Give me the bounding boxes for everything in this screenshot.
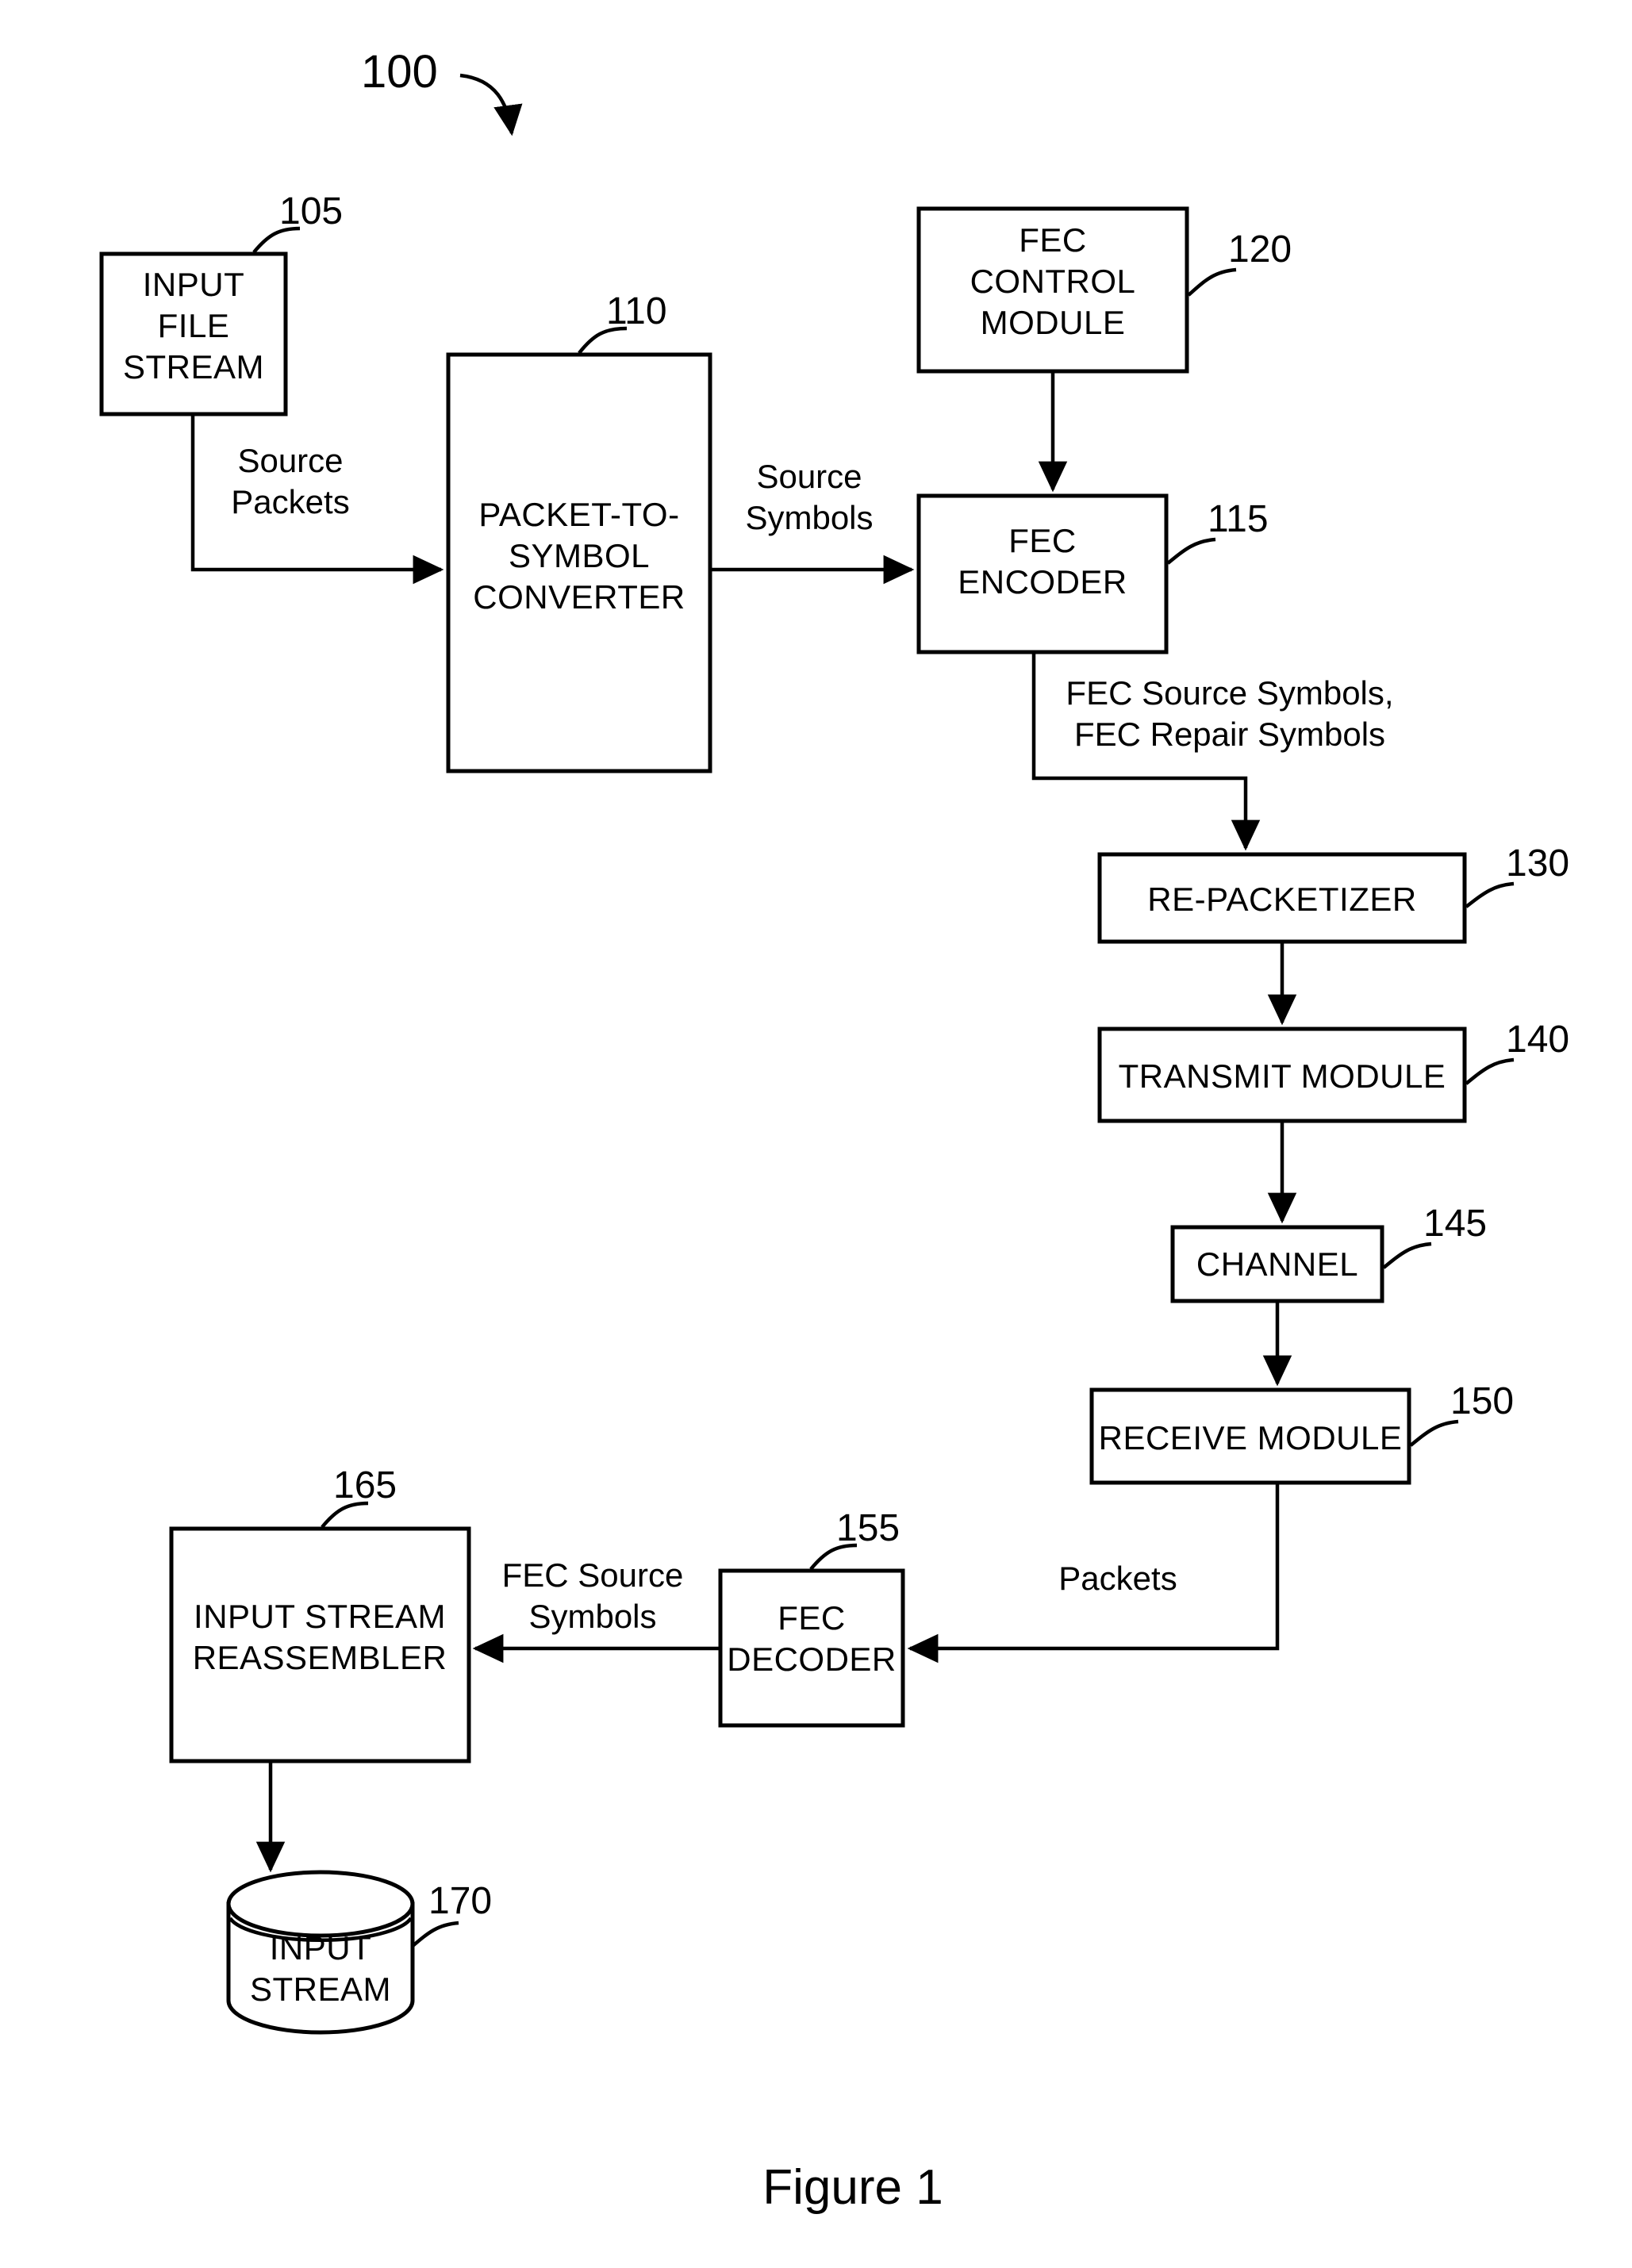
block-reassembler-line-1: INPUT STREAM — [194, 1598, 446, 1635]
ref-leader-150 — [1409, 1419, 1459, 1447]
block-fec-control-line-1: FEC — [1019, 221, 1087, 259]
ref-number-105: 105 — [279, 190, 343, 232]
ref-leader-130 — [1465, 881, 1515, 908]
ref-number-145: 145 — [1423, 1203, 1487, 1245]
ref-number-165: 165 — [333, 1464, 397, 1506]
figure-sheet: 100 INPUT FILE STREAM 105 PACKET-TO- SYM… — [0, 0, 1632, 2268]
ref-leader-165 — [321, 1501, 369, 1529]
ref-number-130: 130 — [1506, 842, 1569, 885]
block-fec-control-line-3: MODULE — [981, 304, 1126, 341]
figure-caption: Figure 1 — [762, 2160, 943, 2215]
block-reassembler-line-2: REASSEMBLER — [193, 1639, 447, 1676]
block-fec-encoder-line-1: FEC — [1008, 522, 1077, 559]
block-receive-module-label: RECEIVE MODULE — [1099, 1419, 1403, 1456]
ref-number-150: 150 — [1450, 1380, 1514, 1422]
edge-source-symbols-line-2: Symbols — [745, 499, 873, 536]
ref-number-115: 115 — [1208, 498, 1269, 540]
block-input-stream-store-line-2: STREAM — [250, 1971, 391, 2008]
edge-source-symbols-line-1: Source — [756, 458, 862, 495]
edge-packets-label: Packets — [1058, 1560, 1177, 1597]
block-fec-encoder-line-2: ENCODER — [958, 563, 1127, 601]
ref-number-110: 110 — [606, 290, 667, 332]
block-fec-decoder-line-2: DECODER — [727, 1641, 897, 1678]
ref-leader-120 — [1187, 267, 1237, 297]
block-input-file-stream-line-3: STREAM — [123, 348, 264, 386]
ref-leader-170 — [410, 1921, 459, 1948]
edge-fec-symbols-line-2: FEC Repair Symbols — [1074, 716, 1385, 753]
ref-number-120: 120 — [1228, 228, 1292, 271]
edge-source-packets-line-1: Source — [237, 442, 343, 479]
block-fec-control-line-2: CONTROL — [970, 263, 1136, 300]
edge-fec-symbols-line-1: FEC Source Symbols, — [1066, 674, 1393, 712]
block-converter-line-3: CONVERTER — [473, 578, 685, 616]
figure-1-diagram: 100 INPUT FILE STREAM 105 PACKET-TO- SYM… — [99, 46, 1569, 2215]
ref-number-140: 140 — [1506, 1019, 1569, 1061]
block-fec-decoder-line-1: FEC — [778, 1599, 846, 1637]
block-converter-line-2: SYMBOL — [509, 537, 650, 574]
block-transmit-module-label: TRANSMIT MODULE — [1119, 1057, 1446, 1095]
edge-fec-source-symbols-line-2: Symbols — [528, 1598, 656, 1635]
block-converter-line-1: PACKET-TO- — [478, 496, 679, 533]
ref-leader-145 — [1382, 1241, 1432, 1269]
edge-source-packets-line-2: Packets — [231, 483, 349, 520]
block-input-file-stream-line-1: INPUT — [143, 266, 245, 303]
system-ref-number: 100 — [361, 46, 438, 98]
ref-leader-140 — [1465, 1057, 1515, 1085]
system-ref-arrow — [459, 73, 523, 136]
ref-number-155: 155 — [836, 1507, 900, 1549]
block-channel-label: CHANNEL — [1196, 1245, 1358, 1283]
ref-leader-115 — [1166, 537, 1216, 565]
block-input-file-stream-line-2: FILE — [158, 307, 230, 344]
block-re-packetizer-label: RE-PACKETIZER — [1147, 881, 1416, 918]
edge-fec-source-symbols-line-1: FEC Source — [502, 1556, 684, 1594]
ref-number-170: 170 — [428, 1880, 492, 1922]
block-input-stream-store-top — [226, 1870, 415, 1938]
block-input-stream-store-line-1: INPUT — [270, 1929, 372, 1967]
